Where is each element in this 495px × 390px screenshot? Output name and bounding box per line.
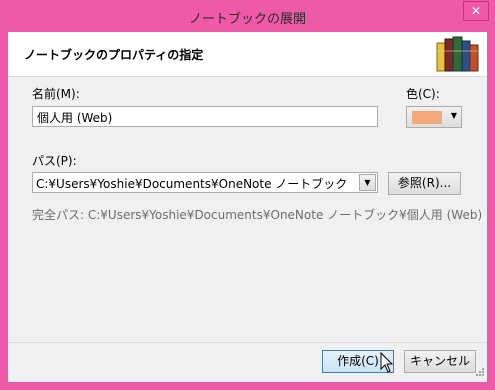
color-picker-button[interactable]: ▼ <box>406 106 462 128</box>
close-button[interactable]: ✕ <box>463 1 489 21</box>
color-swatch <box>412 111 442 124</box>
color-label: 色(C): <box>406 87 440 101</box>
path-value: C:¥Users¥Yoshie¥Documents¥OneNote ノートブック <box>36 177 348 191</box>
dialog-header: ノートブックのプロパティの指定 <box>8 32 487 77</box>
browse-button[interactable]: 参照(R)... <box>388 172 461 195</box>
dialog-window: ノートブックの展開 ✕ ノートブックのプロパティの指定 名前(M): 個人用 (… <box>0 0 495 390</box>
window-title: ノートブックの展開 <box>188 12 306 27</box>
cancel-button[interactable]: キャンセル <box>404 350 476 373</box>
name-input[interactable]: 個人用 (Web) <box>32 106 378 127</box>
mouse-cursor-icon <box>380 351 394 377</box>
close-icon: ✕ <box>470 4 482 18</box>
dropdown-arrow-icon: ▼ <box>450 111 457 120</box>
chevron-down-icon[interactable]: ▼ <box>359 174 376 191</box>
full-path-text: 完全パス: C:¥Users¥Yoshie¥Documents¥OneNote … <box>32 208 483 222</box>
footer-divider <box>8 342 487 343</box>
path-combobox[interactable]: C:¥Users¥Yoshie¥Documents¥OneNote ノートブック… <box>32 172 378 193</box>
header-title: ノートブックのプロパティの指定 <box>24 48 204 62</box>
path-label: パス(P): <box>32 154 77 168</box>
notebooks-icon <box>435 33 481 76</box>
title-bar[interactable]: ノートブックの展開 ✕ <box>0 0 495 32</box>
name-label: 名前(M): <box>32 87 80 101</box>
dialog-body: ノートブックのプロパティの指定 名前(M): 個人用 (Web) 色(C): ▼… <box>8 32 487 382</box>
resize-grip-icon[interactable] <box>475 366 485 380</box>
